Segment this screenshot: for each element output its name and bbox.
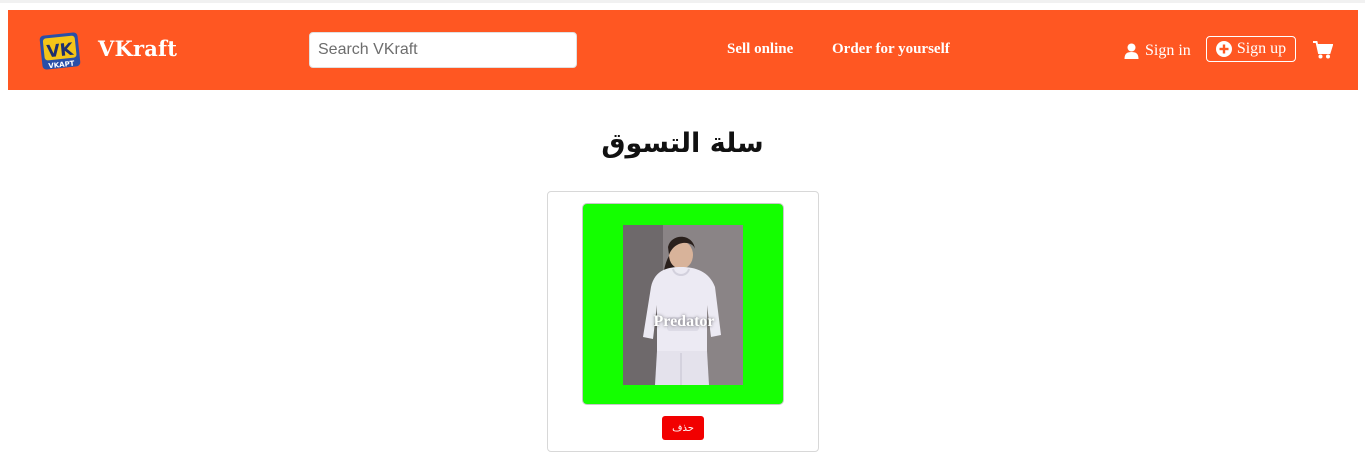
top-strip [0, 0, 1365, 3]
user-icon [1124, 43, 1139, 59]
brand-logo[interactable]: VK VKAPT [38, 30, 82, 72]
delete-button[interactable]: حذف [662, 416, 704, 440]
cart-item-card: Predator حذف [547, 191, 819, 452]
signin-link[interactable]: Sign in [1124, 41, 1191, 61]
logo-subtext: VKAPT [48, 60, 75, 71]
brand-name[interactable]: VKraft [98, 36, 177, 61]
product-card[interactable]: Predator [582, 203, 784, 405]
navbar: VK VKAPT VKraft Sell online Order for yo… [8, 10, 1358, 90]
signup-label: Sign up [1236, 40, 1287, 57]
signin-label: Sign in [1145, 42, 1191, 59]
logo-text: VK [46, 40, 75, 63]
search-input[interactable] [309, 32, 577, 68]
cart-icon[interactable] [1313, 41, 1334, 59]
plus-circle-icon [1215, 41, 1232, 57]
signup-button[interactable]: Sign up [1206, 36, 1296, 62]
nav-sell-online[interactable]: Sell online [727, 41, 793, 58]
product-name: Predator [653, 313, 715, 330]
nav-order-for-yourself[interactable]: Order for yourself [832, 41, 950, 58]
page-title: سلة التسوق [601, 128, 764, 159]
product-image [623, 225, 743, 385]
